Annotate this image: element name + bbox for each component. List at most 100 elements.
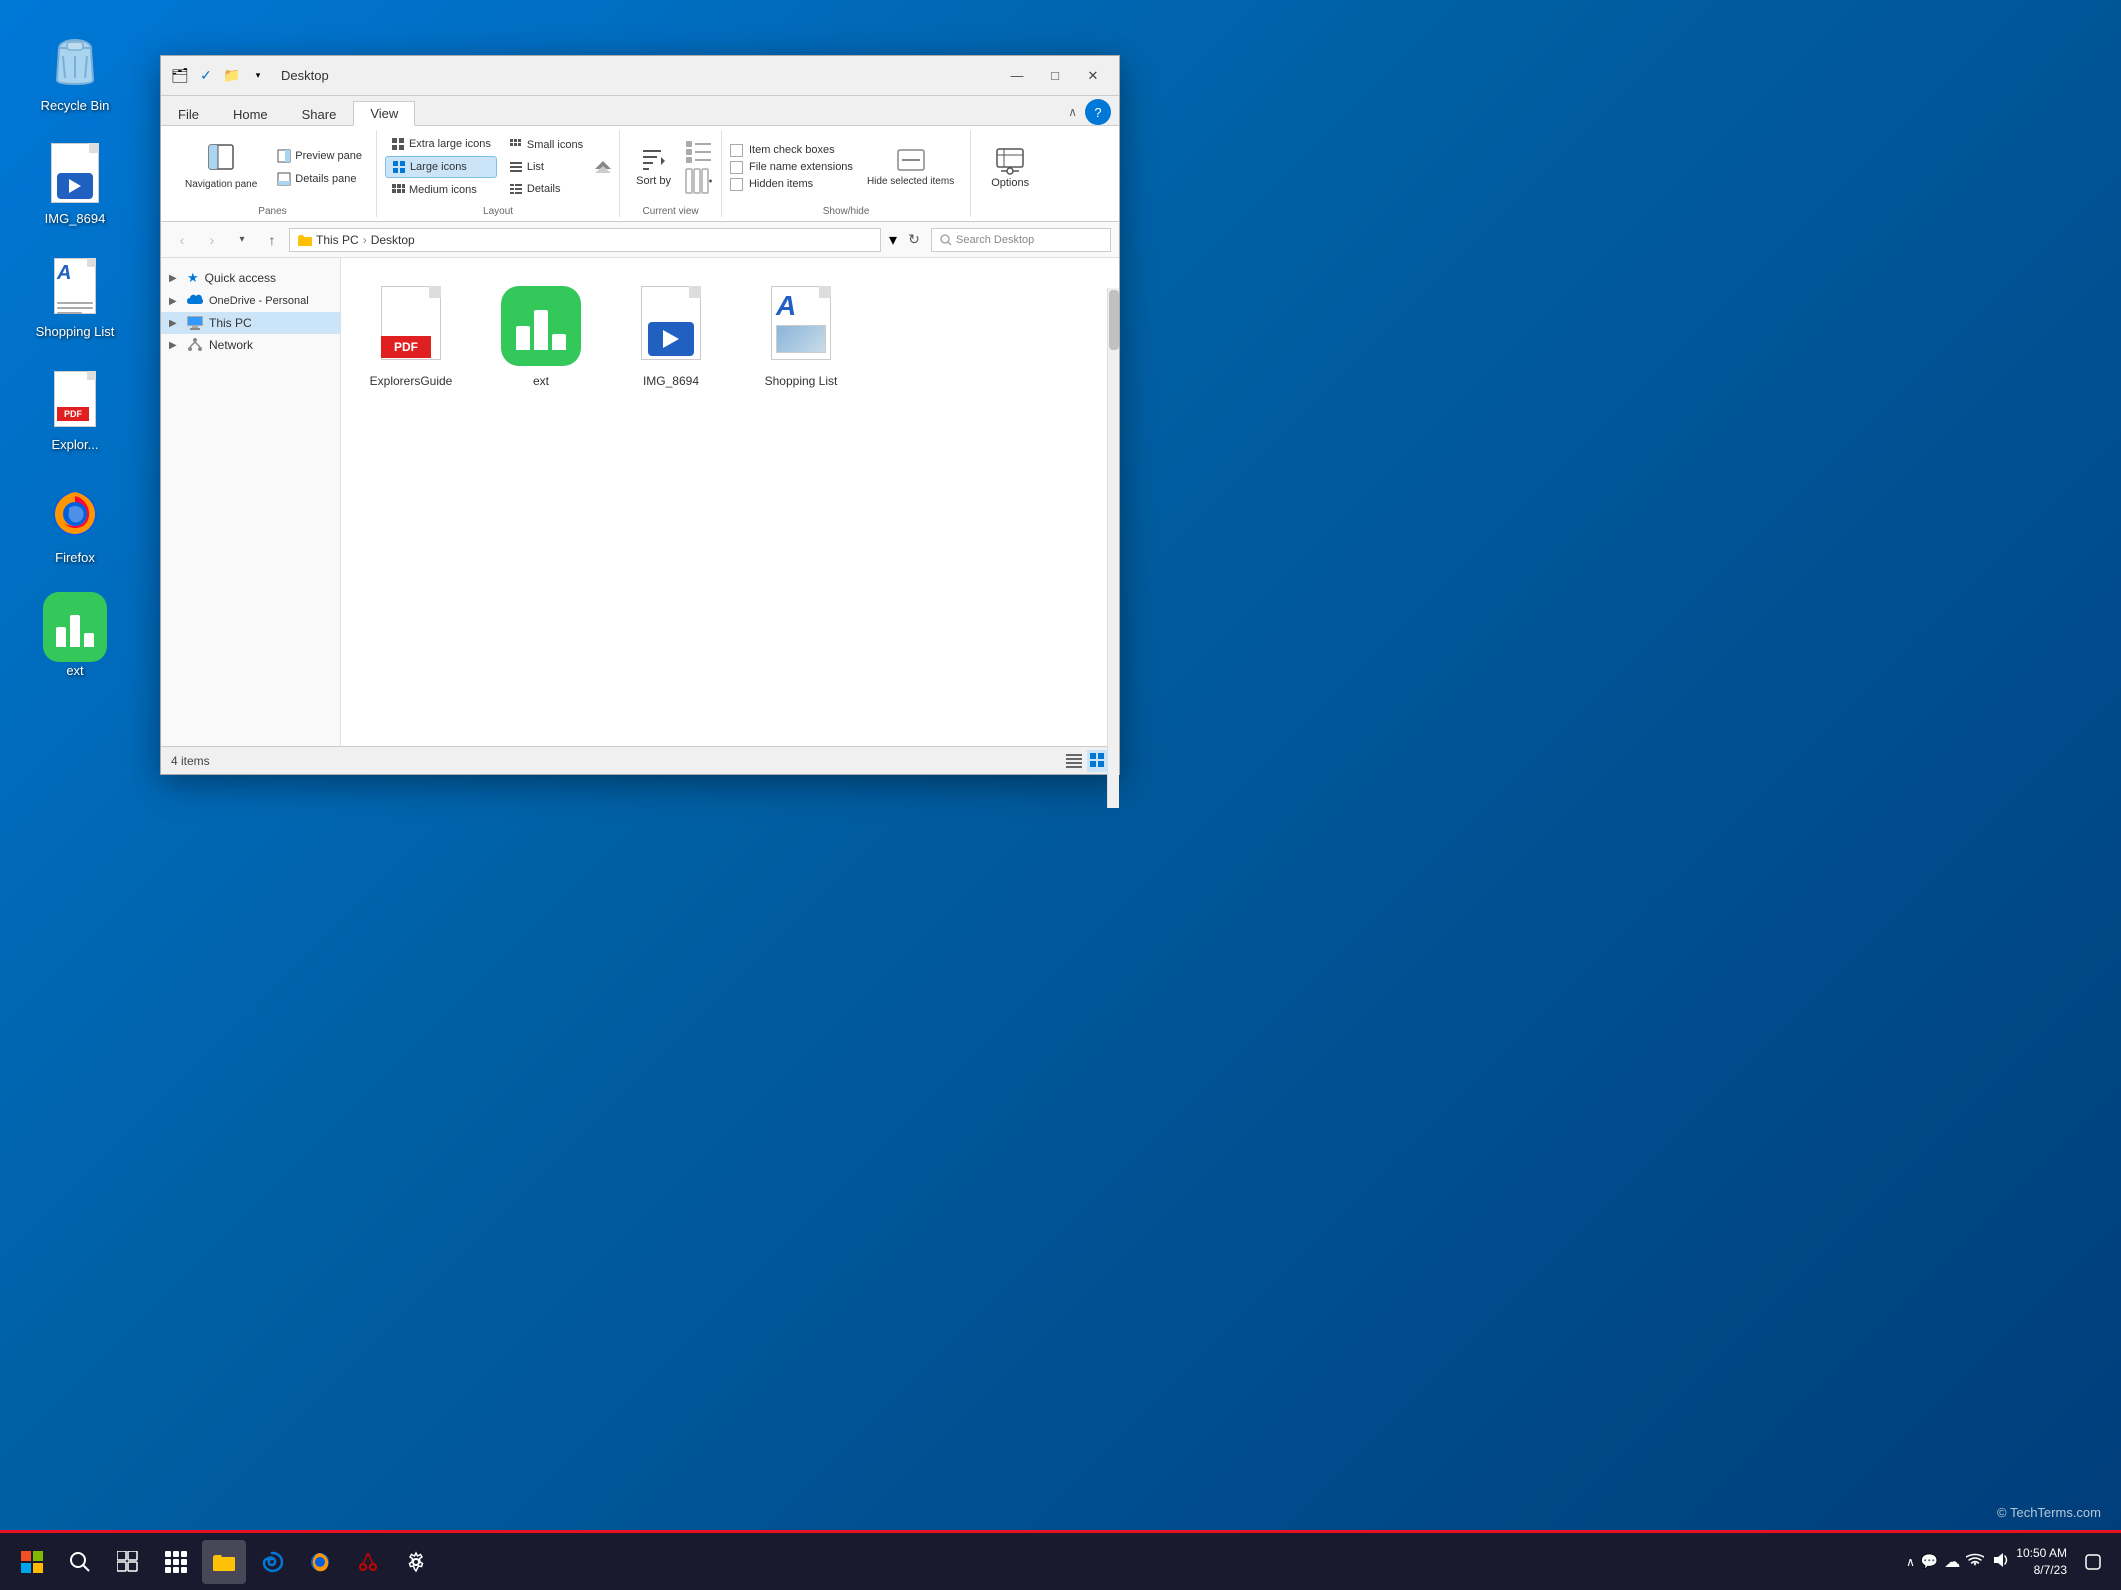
search-icon [940,234,952,246]
files-grid: PDF ExplorersGuide [361,278,1099,396]
edge-taskbar-btn[interactable] [250,1540,294,1584]
panes-content: Navigation pane Preview pane [177,130,368,204]
details-button[interactable]: Details [503,179,589,199]
search-box[interactable]: Search Desktop [931,228,1111,252]
start-button[interactable] [10,1540,54,1584]
explorer-window: 🗂 ✓ 📁 ▾ Desktop — □ ✕ File Home Share Vi… [160,55,1120,775]
path-sep-1: › [363,233,367,247]
img8694-icon [43,143,107,207]
sort-by-button[interactable]: Sort by [628,143,679,191]
refresh-button[interactable]: ↻ [901,227,927,253]
list-button[interactable]: List [503,157,589,177]
recycle-bin-icon [43,30,107,94]
hidden-items-box[interactable] [730,178,743,191]
forward-button[interactable]: › [199,227,225,253]
task-view-button[interactable] [106,1540,150,1584]
navigation-pane-button[interactable]: Navigation pane [177,139,265,195]
tab-share[interactable]: Share [285,102,354,126]
extra-large-label: Extra large icons [409,138,491,150]
notification-area-icon[interactable]: 💬 [1921,1553,1938,1570]
onedrive-label: OneDrive - Personal [209,295,309,307]
file-item-ext[interactable]: ext [491,278,591,396]
wifi-icon[interactable] [1966,1552,1984,1571]
extra-large-button[interactable]: Extra large icons [385,134,497,154]
list-view-button[interactable] [1063,750,1085,772]
file-item-explorers-guide[interactable]: PDF ExplorersGuide [361,278,461,396]
desktop-icon-firefox[interactable]: Firefox [30,482,120,565]
firefox-taskbar-btn[interactable] [298,1540,342,1584]
file-item-shopping-list[interactable]: A Shopping List [751,278,851,396]
desktop-icon-recycle-bin[interactable]: Recycle Bin [30,30,120,113]
view-buttons [1063,750,1109,772]
img8694-file-label: IMG_8694 [643,374,699,388]
file-explorer-taskbar-btn[interactable] [202,1540,246,1584]
details-pane-button[interactable]: Details pane [271,169,368,189]
options-label: Options [991,177,1029,189]
network-icon [187,338,203,352]
item-checkboxes-cb[interactable]: Item check boxes [730,144,853,157]
address-dropdown-btn[interactable]: ▾ [889,230,897,250]
scrollbar-thumb[interactable] [1109,290,1119,350]
up-button[interactable]: ↑ [259,227,285,253]
small-icons-button[interactable]: Small icons [503,135,589,155]
main-content: ▶ ★ Quick access ▶ OneDrive - Personal ▶ [161,258,1119,746]
cloud-icon[interactable]: ☁ [1944,1552,1960,1572]
ext-file-icon [501,286,581,366]
icon-view-button[interactable] [1087,750,1109,772]
ribbon-tabs: File Home Share View ∧ ? [161,96,1119,126]
maximize-button[interactable]: □ [1037,62,1073,90]
hide-selected-button[interactable]: Hide selected items [859,144,962,191]
clock[interactable]: 10:50 AM 8/7/23 [2016,1545,2067,1579]
file-name-ext-box[interactable] [730,161,743,174]
recent-locations-button[interactable]: ▾ [229,227,255,253]
search-button[interactable] [58,1540,102,1584]
item-checkboxes-box[interactable] [730,144,743,157]
watermark: © TechTerms.com [1997,1505,2101,1520]
settings-taskbar-btn[interactable] [394,1540,438,1584]
window-title: Desktop [275,68,993,83]
titlebar-check-icon[interactable]: ✓ [195,65,217,87]
current-view-group-label: Current view [628,204,713,217]
sidebar-item-onedrive[interactable]: ▶ OneDrive - Personal [161,290,340,312]
help-button[interactable]: ? [1085,99,1111,125]
titlebar-folder-icon[interactable]: 🗂 [169,65,191,87]
file-item-img8694[interactable]: IMG_8694 [621,278,721,396]
ribbon-collapse-btn[interactable]: ∧ [1068,105,1077,119]
tab-view[interactable]: View [353,101,415,126]
ribbon-group-panes: Navigation pane Preview pane [169,130,377,217]
sidebar-item-network[interactable]: ▶ Network [161,334,340,356]
snipping-taskbar-btn[interactable] [346,1540,390,1584]
desktop-icon-img8694[interactable]: IMG_8694 [30,143,120,226]
preview-pane-button[interactable]: Preview pane [271,146,368,166]
img8694-file-icon [631,286,711,366]
desktop-path-label: Desktop [371,233,415,247]
desktop-icon-shopping-list[interactable]: A Shopping List [30,256,120,339]
minimize-button[interactable]: — [999,62,1035,90]
titlebar-folder2-icon[interactable]: 📁 [221,65,243,87]
this-pc-label-sidebar: This PC [209,316,252,330]
details-pane-icon [277,172,291,186]
desktop-icon-explorers[interactable]: PDF Explor... [30,369,120,452]
explorers-guide-icon: PDF [371,286,451,366]
sidebar-item-this-pc[interactable]: ▶ This PC [161,312,340,334]
titlebar-dropdown-icon[interactable]: ▾ [247,65,269,87]
notification-button[interactable] [2075,1540,2111,1584]
this-pc-arrow: ▶ [169,318,181,329]
options-group-spacer [979,204,1041,217]
back-button[interactable]: ‹ [169,227,195,253]
speaker-icon[interactable] [1990,1552,2008,1571]
close-button[interactable]: ✕ [1075,62,1111,90]
chevron-up-icon[interactable]: ∧ [1906,1555,1915,1569]
all-apps-button[interactable] [154,1540,198,1584]
desktop-icon-ext[interactable]: ext [30,595,120,678]
large-icons-button[interactable]: Large icons [385,156,497,178]
file-name-ext-cb[interactable]: File name extensions [730,161,853,174]
options-button[interactable]: Options [979,141,1041,193]
sidebar-item-quick-access[interactable]: ▶ ★ Quick access [161,266,340,290]
tab-file[interactable]: File [161,102,216,126]
hidden-items-cb[interactable]: Hidden items [730,178,853,191]
navigation-pane-icon [207,143,235,177]
medium-icons-button[interactable]: Medium icons [385,180,497,200]
tab-home[interactable]: Home [216,102,285,126]
address-path[interactable]: This PC › Desktop [289,228,881,252]
